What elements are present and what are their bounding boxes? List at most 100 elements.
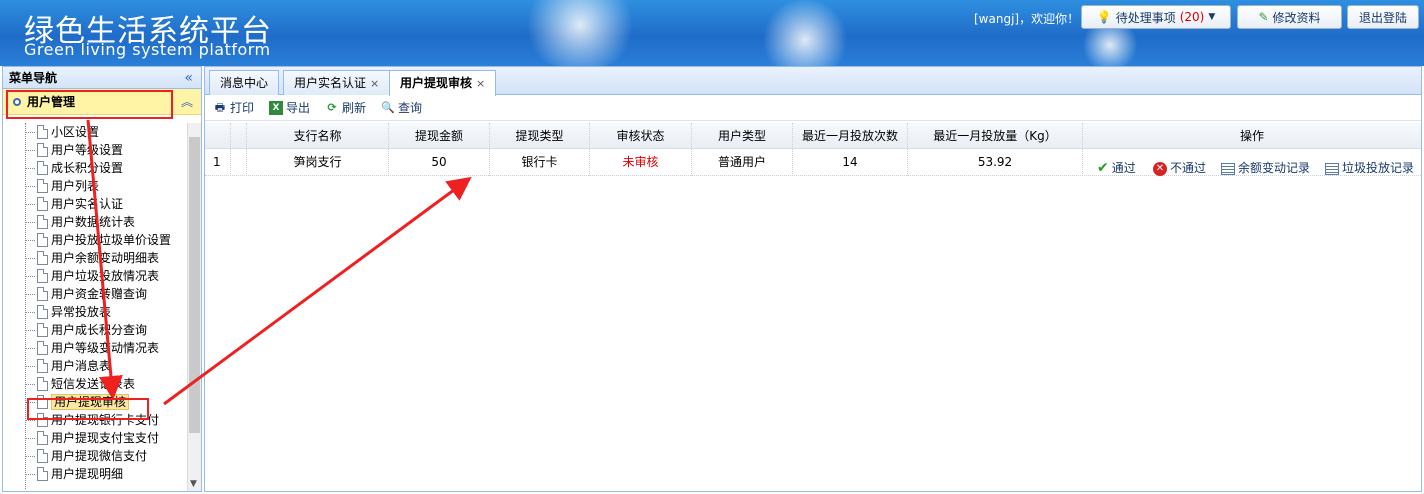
scrollbar-thumb[interactable] xyxy=(189,137,200,433)
app-subtitle: Green living system platform xyxy=(24,40,271,59)
list-icon xyxy=(1325,162,1339,175)
sidebar-item-label: 用户提现微信支付 xyxy=(51,449,148,463)
tab-label: 消息中心 xyxy=(220,76,269,90)
print-button[interactable]: 🖶 打印 xyxy=(213,99,254,117)
header-decoration xyxy=(520,0,640,66)
col-user-type-header[interactable]: 用户类型 xyxy=(692,123,793,149)
tab-withdraw-review[interactable]: 用户提现审核 × xyxy=(389,70,497,96)
sidebar-item-label: 用户等级设置 xyxy=(51,143,124,157)
query-button[interactable]: 🔍 查询 xyxy=(381,99,422,117)
col-drops-count-header[interactable]: 最近一月投放次数 xyxy=(793,123,908,149)
sidebar-item-label: 用户垃圾投放情况表 xyxy=(51,269,160,283)
sidebar-item[interactable]: 用户实名认证 xyxy=(3,195,185,213)
row-index: 1 xyxy=(205,149,231,176)
sidebar-item[interactable]: 用户列表 xyxy=(3,177,185,195)
app-header: 绿色生活系统平台 Green living system platform [w… xyxy=(0,0,1424,66)
sidebar-item-label: 用户余额变动明细表 xyxy=(51,251,160,265)
check-icon: ✔ xyxy=(1097,160,1109,176)
chevron-up-icon[interactable]: ︽ xyxy=(181,89,193,115)
reject-icon: ✕ xyxy=(1153,161,1167,176)
sidebar-item-label: 短信发送记录表 xyxy=(51,377,136,391)
scroll-down-icon[interactable]: ▼ xyxy=(190,479,197,489)
col-amount-header[interactable]: 提现金额 xyxy=(389,123,490,149)
sidebar-item-label: 用户资金转赠查询 xyxy=(51,287,148,301)
main-panel: 消息中心 用户实名认证 × 用户提现审核 × 🖶 打印 X 导出 ⟳ 刷新 🔍 查询 支行名… xyxy=(204,66,1422,492)
toolbar: 🖶 打印 X 导出 ⟳ 刷新 🔍 查询 xyxy=(205,95,1421,121)
sidebar-item-label: 用户实名认证 xyxy=(51,197,124,211)
balance-log-link[interactable]: 余额变动记录 xyxy=(1221,155,1310,176)
tab-message-center[interactable]: 消息中心 xyxy=(209,70,280,95)
col-drops-kg-header[interactable]: 最近一月投放量（Kg） xyxy=(908,123,1083,149)
sidebar-item[interactable]: 用户数据统计表 xyxy=(3,213,185,231)
document-icon xyxy=(37,143,48,157)
sidebar-item-label: 异常投放表 xyxy=(51,305,112,319)
sidebar-item[interactable]: 异常投放表 xyxy=(3,303,185,321)
sidebar-item[interactable]: 用户提现明细 xyxy=(3,465,185,483)
document-icon xyxy=(37,197,48,211)
sidebar-item[interactable]: 用户成长积分查询 xyxy=(3,321,185,339)
sidebar-item[interactable]: 用户等级设置 xyxy=(3,141,185,159)
document-icon xyxy=(37,449,48,463)
row-check[interactable] xyxy=(231,149,247,176)
logout-label: 退出登陆 xyxy=(1358,10,1407,25)
close-icon[interactable]: × xyxy=(370,77,379,90)
sidebar-item-label: 用户消息表 xyxy=(51,359,112,373)
sidebar-item[interactable]: 用户消息表 xyxy=(3,357,185,375)
edit-profile-label: 修改资料 xyxy=(1272,10,1321,25)
logout-button[interactable]: 退出登陆 xyxy=(1347,5,1419,29)
export-label: 导出 xyxy=(286,101,311,115)
sidebar-item[interactable]: 小区设置 xyxy=(3,123,185,141)
sidebar-item-label: 用户提现支付宝支付 xyxy=(51,431,160,445)
collapse-icon[interactable]: « xyxy=(184,67,193,89)
sidebar-item-label: 用户数据统计表 xyxy=(51,215,136,229)
document-icon xyxy=(37,161,48,175)
cell-status: 未审核 xyxy=(590,149,692,176)
list-icon xyxy=(1221,162,1235,175)
approve-link[interactable]: ✔ 通过 xyxy=(1097,155,1136,176)
sidebar-scrollbar[interactable]: ▼ xyxy=(187,123,201,491)
document-icon xyxy=(37,269,48,283)
sidebar-item-label: 用户投放垃圾单价设置 xyxy=(51,233,172,247)
sidebar-item[interactable]: 成长积分设置 xyxy=(3,159,185,177)
sidebar: 菜单导航 « 用户管理 ︽ 小区设置 用户等级设置 成长积分设置 用户列表 用户实名认证… xyxy=(2,66,202,492)
document-icon xyxy=(37,359,48,373)
header-decoration xyxy=(760,0,850,66)
sidebar-item[interactable]: 短信发送记录表 xyxy=(3,375,185,393)
export-button[interactable]: X 导出 xyxy=(269,99,310,117)
col-index-header xyxy=(205,123,231,149)
sidebar-header: 菜单导航 « xyxy=(3,67,201,89)
highlight-box-item xyxy=(27,398,149,420)
cell-actions: ✔ 通过 ✕ 不通过 余额变动记录 垃圾投放记录 xyxy=(1083,149,1421,176)
drop-log-link[interactable]: 垃圾投放记录 xyxy=(1325,155,1414,176)
excel-icon: X xyxy=(269,101,283,115)
tab-label: 用户实名认证 xyxy=(294,76,367,90)
edit-profile-button[interactable]: ✎ 修改资料 xyxy=(1237,5,1342,29)
sidebar-item[interactable]: 用户提现微信支付 xyxy=(3,447,185,465)
table-row[interactable]: 1 笋岗支行 50 银行卡 未审核 普通用户 14 53.92 ✔ 通过 ✕ 不通过… xyxy=(205,149,1421,176)
close-icon[interactable]: × xyxy=(476,77,485,90)
col-type-header[interactable]: 提现类型 xyxy=(490,123,590,149)
document-icon xyxy=(37,287,48,301)
sidebar-item[interactable]: 用户垃圾投放情况表 xyxy=(3,267,185,285)
reject-label: 不通过 xyxy=(1170,161,1207,175)
tab-real-name-auth[interactable]: 用户实名认证 × xyxy=(283,70,391,95)
col-branch-header[interactable]: 支行名称 xyxy=(247,123,389,149)
sidebar-item[interactable]: 用户投放垃圾单价设置 xyxy=(3,231,185,249)
col-status-header[interactable]: 审核状态 xyxy=(590,123,692,149)
balance-log-label: 余额变动记录 xyxy=(1238,161,1311,175)
refresh-button[interactable]: ⟳ 刷新 xyxy=(325,99,366,117)
printer-icon: 🖶 xyxy=(214,101,226,114)
reject-link[interactable]: ✕ 不通过 xyxy=(1153,155,1206,176)
sidebar-item[interactable]: 用户余额变动明细表 xyxy=(3,249,185,267)
todo-button[interactable]: 💡 待处理事项 (20) ▼ xyxy=(1081,5,1231,29)
sidebar-item[interactable]: 用户提现支付宝支付 xyxy=(3,429,185,447)
document-icon xyxy=(37,125,48,139)
sidebar-item[interactable]: 用户等级变动情况表 xyxy=(3,339,185,357)
document-icon xyxy=(37,377,48,391)
search-icon: 🔍 xyxy=(381,101,395,114)
sidebar-title: 菜单导航 xyxy=(9,71,58,85)
col-actions-header: 操作 xyxy=(1239,129,1264,143)
todo-count: (20) xyxy=(1179,10,1205,24)
sidebar-item[interactable]: 用户资金转赠查询 xyxy=(3,285,185,303)
document-icon xyxy=(37,251,48,265)
